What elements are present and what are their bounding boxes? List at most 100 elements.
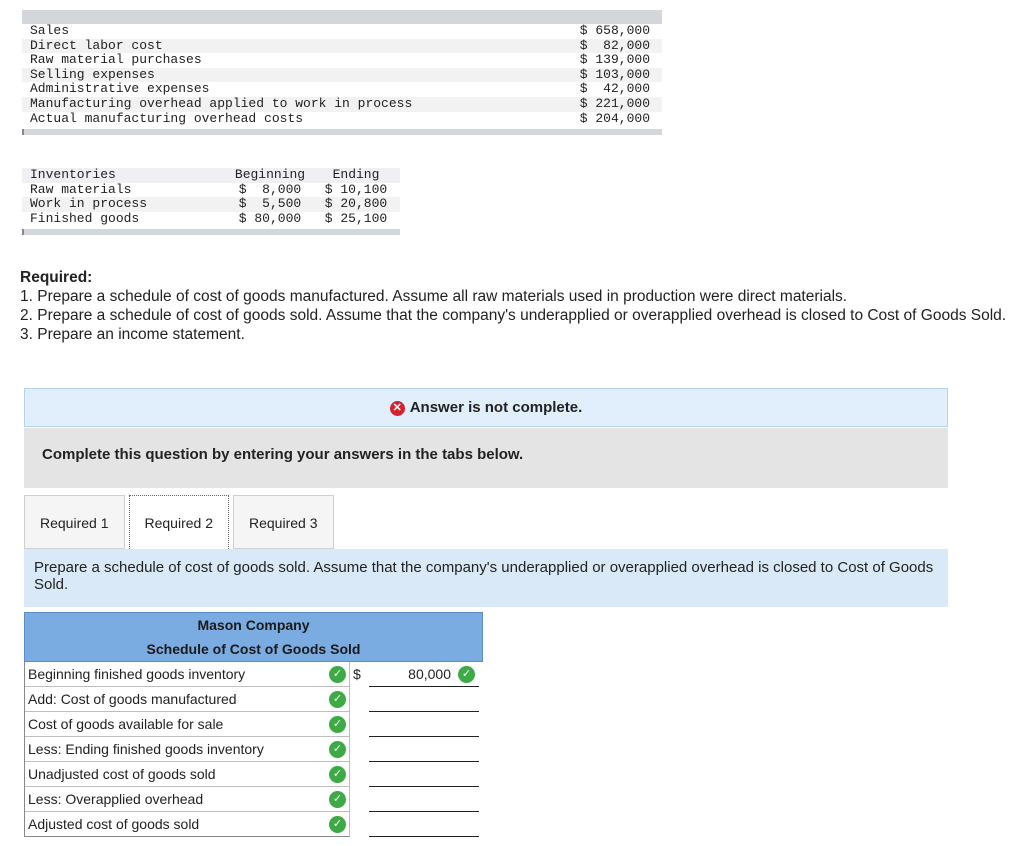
table-row: Selling expenses $ 103,000 [22,66,662,83]
tab-required-3[interactable]: Required 3 [233,495,334,549]
tab-bar: Required 1 Required 2 Required 3 [24,495,338,549]
correct-check-icon: ✓ [329,816,346,833]
table-row: Work in process $ 5,500 $ 20,800 [22,197,400,212]
row-label: Direct labor cost [30,37,163,53]
schedule-row: Add: Cost of goods manufactured ✓ [24,687,483,712]
row-label-text: Add: Cost of goods manufactured [28,691,237,707]
row-value: $ 103,000 [579,66,650,82]
schedule-header: Mason Company Schedule of Cost of Goods … [24,612,483,662]
amount-input[interactable]: 80,000 ✓ [369,662,479,687]
beginning-value: $ 5,500 [238,196,302,212]
row-label-text: Beginning finished goods inventory [28,666,246,682]
row-label: Sales [30,23,70,38]
amount-input[interactable] [369,687,479,712]
row-label: Actual manufacturing overhead costs [30,110,304,126]
header-beginning: Beginning [234,167,306,182]
row-label-field[interactable]: Unadjusted cost of goods sold ✓ [25,762,350,787]
amount-input[interactable] [369,812,479,837]
correct-check-icon: ✓ [329,691,346,708]
required-title: Required: [20,269,93,286]
given-data-table: Sales $ 658,000 Direct labor cost $ 82,000… [22,10,662,136]
cogs-schedule: Mason Company Schedule of Cost of Goods … [24,612,483,837]
schedule-title: Schedule of Cost of Goods Sold [146,641,361,657]
table-row: Raw material purchases $ 139,000 [22,53,662,68]
correct-check-icon: ✓ [329,716,346,733]
schedule-row: Cost of goods available for sale ✓ [24,712,483,737]
row-label-field[interactable]: Less: Ending finished goods inventory ✓ [25,737,350,762]
correct-check-icon: ✓ [329,791,346,808]
row-label: Raw material purchases [30,52,202,68]
header-ending: Ending [332,167,380,182]
row-label-field[interactable]: Add: Cost of goods manufactured ✓ [25,687,350,712]
ending-value: $ 25,100 [324,210,388,226]
schedule-row: Less: Ending finished goods inventory ✓ [24,737,483,762]
row-label-field[interactable]: Less: Overapplied overhead ✓ [25,787,350,812]
schedule-row: Unadjusted cost of goods sold ✓ [24,762,483,787]
row-value: $ 204,000 [579,110,650,126]
amount-input[interactable] [369,762,479,787]
row-label-field[interactable]: Cost of goods available for sale ✓ [25,712,350,737]
beginning-value: $ 80,000 [238,210,302,226]
table-row: Raw materials $ 8,000 $ 10,100 [22,181,400,198]
answer-status-text: Answer is not complete. [409,399,583,416]
table-row: Manufacturing overhead applied to work i… [22,95,662,112]
amount-input[interactable] [369,787,479,812]
row-value: $ 658,000 [579,23,650,38]
correct-check-icon: ✓ [329,666,346,683]
row-value: $ 42,000 [579,81,650,97]
dollar-sign [350,737,369,762]
row-label-field[interactable]: Beginning finished goods inventory ✓ [25,662,350,687]
dollar-sign [350,787,369,812]
amount-value: 80,000 [408,666,451,682]
row-label-field[interactable]: Adjusted cost of goods sold ✓ [25,812,350,837]
schedule-row: Less: Overapplied overhead ✓ [24,787,483,812]
amount-input[interactable] [369,712,479,737]
tab-prompt: Prepare a schedule of cost of goods sold… [24,549,948,607]
row-label-text: Less: Overapplied overhead [28,791,204,807]
row-label-text: Unadjusted cost of goods sold [28,766,216,782]
row-label-text: Cost of goods available for sale [28,716,224,732]
dollar-sign [350,687,369,712]
required-item: 1. Prepare a schedule of cost of goods m… [20,288,848,305]
table-row: Actual manufacturing overhead costs $ 204… [22,110,662,127]
dollar-sign [350,762,369,787]
given-rows: Sales $ 658,000 Direct labor cost $ 82,000… [22,23,662,127]
correct-check-icon: ✓ [329,766,346,783]
beginning-value: $ 8,000 [238,181,302,197]
row-label: Raw materials [30,181,132,197]
row-value: $ 82,000 [579,37,650,53]
schedule-row: Beginning finished goods inventory ✓ $ 80… [24,662,483,687]
tab-required-1[interactable]: Required 1 [24,495,125,549]
ending-value: $ 10,100 [324,181,388,197]
header-inventories: Inventories [30,167,116,182]
row-value: $ 221,000 [579,95,650,111]
dollar-sign [350,812,369,837]
ending-value: $ 20,800 [324,196,388,212]
dollar-sign: $ [353,666,361,682]
row-label: Manufacturing overhead applied to work i… [30,95,413,111]
table-row: Administrative expenses $ 42,000 [22,82,662,97]
prompt-text: Prepare a schedule of cost of goods sold… [34,559,934,593]
required-section: Required: 1. Prepare a schedule of cost … [20,268,1020,344]
table-header-bar [22,10,662,24]
row-value: $ 139,000 [579,52,650,68]
error-x-icon: ✕ [389,401,405,416]
table-footer-bar [22,229,400,236]
table-header-row: Inventories Beginning Ending [22,167,400,183]
required-item: 3. Prepare an income statement. [20,326,245,343]
company-name: Mason Company [197,617,310,633]
row-label-text: Less: Ending finished goods inventory [28,741,264,757]
row-label: Finished goods [30,210,140,226]
dollar-sign [350,712,369,737]
table-row: Direct labor cost $ 82,000 [22,37,662,54]
row-label: Administrative expenses [30,81,210,97]
answer-status-banner: ✕ Answer is not complete. [24,388,948,427]
row-label-text: Adjusted cost of goods sold [28,816,200,832]
amount-input[interactable] [369,737,479,762]
table-row: Sales $ 658,000 [22,23,662,39]
table-row: Finished goods $ 80,000 $ 25,100 [22,210,400,227]
row-label: Selling expenses [30,66,155,82]
inventories-table: Inventories Beginning Ending Raw materia… [22,167,400,236]
tab-required-2[interactable]: Required 2 [128,495,229,549]
row-label: Work in process [30,196,148,212]
